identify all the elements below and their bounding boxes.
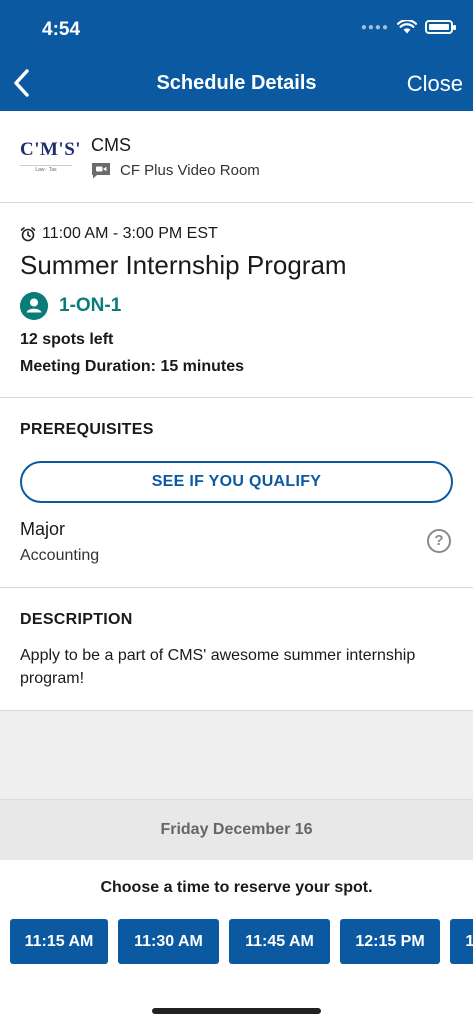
logo-wordmark: C'M'S': [20, 139, 82, 160]
meeting-type: 1-ON-1: [20, 292, 121, 320]
company-logo: C'M'S' Law · Tax: [20, 139, 82, 179]
date-header: Friday December 16: [0, 800, 473, 860]
description-heading: DESCRIPTION: [20, 611, 133, 628]
room-name: CF Plus Video Room: [120, 162, 260, 179]
spots-left: 12 spots left: [20, 331, 114, 348]
event-details: 11:00 AM - 3:00 PM EST Summer Internship…: [0, 203, 473, 398]
choose-time-prompt: Choose a time to reserve your spot.: [100, 879, 373, 896]
description-section: DESCRIPTION Apply to be a part of CMS' a…: [0, 588, 473, 711]
prerequisites-section: PREREQUISITES SEE IF YOU QUALIFY Major A…: [0, 398, 473, 588]
event-time: 11:00 AM - 3:00 PM EST: [42, 225, 218, 242]
event-title: Summer Internship Program: [20, 250, 347, 280]
spacer-area: [0, 711, 473, 800]
meeting-duration: Meeting Duration: 15 minutes: [20, 358, 245, 375]
battery-icon: [425, 20, 456, 34]
logo-tagline: Law · Tax: [20, 165, 72, 173]
time-slot-button[interactable]: 12:30 PM: [450, 919, 473, 964]
major-value: Accounting: [20, 547, 100, 564]
video-room-icon: [92, 163, 110, 179]
status-icons: ●●●●: [360, 20, 456, 34]
description-text: Apply to be a part of CMS' awesome summe…: [20, 647, 416, 687]
major-label: Major: [20, 519, 66, 539]
time-slot-list[interactable]: 11:15 AM11:30 AM11:45 AM12:15 PM 12:30 PM: [10, 919, 473, 964]
see-if-qualify-button[interactable]: SEE IF YOU QUALIFY: [20, 461, 453, 503]
time-slot-button[interactable]: 11:45 AM: [229, 919, 330, 964]
company-name: CMS: [91, 135, 131, 155]
time-slot-button[interactable]: 11:30 AM: [118, 919, 219, 964]
meeting-type-label: 1-ON-1: [59, 295, 122, 316]
page-title: Schedule Details: [156, 72, 317, 94]
person-icon: [20, 292, 48, 320]
time-slot-button[interactable]: 11:15 AM: [10, 919, 108, 964]
top-bar: 4:54 ●●●● Schedule Details Close: [0, 0, 473, 111]
help-question-icon[interactable]: ?: [427, 529, 451, 553]
wifi-icon: [397, 20, 417, 34]
company-header: C'M'S' Law · Tax CMS CF Plus Video Room: [0, 111, 473, 203]
signal-icon: ●●●●: [360, 21, 389, 33]
room-row: CF Plus Video Room: [91, 162, 260, 179]
prerequisites-heading: PREREQUISITES: [20, 421, 154, 438]
time-row: 11:00 AM - 3:00 PM EST: [20, 225, 218, 243]
time-slot-button[interactable]: 12:15 PM: [340, 919, 440, 964]
alarm-clock-icon: [20, 227, 36, 242]
status-time: 4:54: [42, 19, 81, 40]
close-button[interactable]: Close: [407, 71, 463, 97]
home-indicator[interactable]: [152, 1008, 321, 1014]
